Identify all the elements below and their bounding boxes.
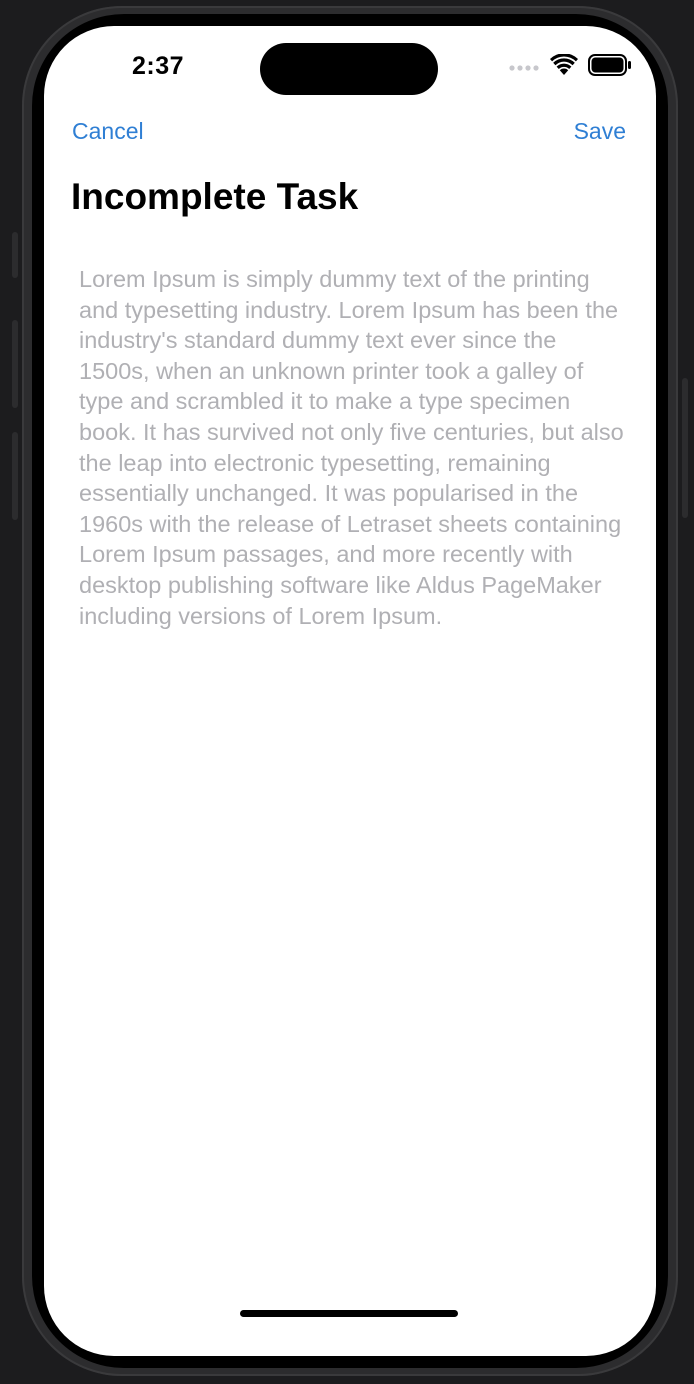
volume-down-button <box>12 432 18 520</box>
action-button <box>12 232 18 278</box>
battery-icon <box>588 54 632 81</box>
cellular-signal-icon <box>508 59 540 77</box>
volume-up-button <box>12 320 18 408</box>
page-title: Incomplete Task <box>71 176 359 217</box>
power-button <box>682 378 688 518</box>
task-description-text[interactable]: Lorem Ipsum is simply dummy text of the … <box>79 264 627 631</box>
status-bar: 2:37 <box>44 26 656 116</box>
home-indicator[interactable] <box>240 1310 458 1317</box>
wifi-icon <box>550 53 578 81</box>
navigation-bar: Cancel Save <box>44 118 656 154</box>
phone-screen: 2:37 Cancel Save Incomplete Task Lorem I… <box>44 26 656 1356</box>
dynamic-island <box>260 43 438 95</box>
save-button[interactable]: Save <box>574 118 626 145</box>
status-time: 2:37 <box>132 52 185 80</box>
status-icons <box>508 53 632 81</box>
cancel-button[interactable]: Cancel <box>72 118 144 145</box>
